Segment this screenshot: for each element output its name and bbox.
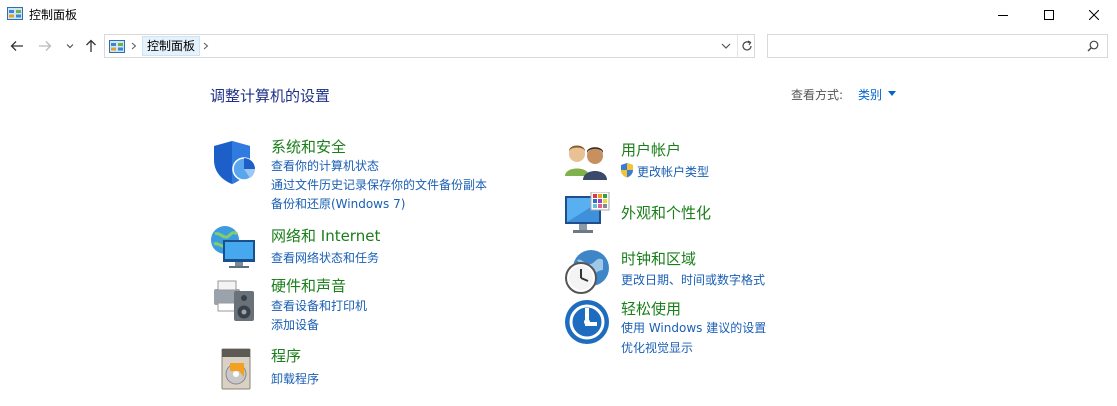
arrow-up-icon (86, 39, 96, 52)
category-appearance-title[interactable]: 外观和个性化 (621, 202, 711, 223)
maximize-icon (1044, 10, 1054, 20)
category-network-title[interactable]: 网络和 Internet (271, 225, 380, 246)
link-change-account-type[interactable]: 更改帐户类型 (637, 163, 709, 180)
address-dropdown-icon[interactable] (721, 43, 731, 49)
clock-globe-icon[interactable] (563, 248, 611, 296)
arrow-right-icon (39, 41, 52, 51)
arrow-left-icon (10, 41, 23, 51)
chevron-right-icon[interactable] (131, 42, 137, 50)
printer-speaker-icon[interactable] (210, 275, 258, 323)
navigation-bar: 控制面板 (0, 32, 1117, 60)
title-bar: 控制面板 (0, 0, 1117, 30)
page-title: 调整计算机的设置 (210, 87, 331, 105)
forward-button[interactable] (37, 36, 53, 56)
minimize-button[interactable] (980, 0, 1026, 30)
up-button[interactable] (83, 36, 99, 56)
link-add-device[interactable]: 添加设备 (271, 316, 319, 333)
category-system-security-title[interactable]: 系统和安全 (271, 136, 346, 157)
security-shield-icon[interactable] (210, 138, 258, 186)
chevron-down-icon (66, 44, 74, 49)
link-network-status[interactable]: 查看网络状态和任务 (271, 249, 379, 266)
view-by-dropdown[interactable]: 类别 (858, 86, 882, 103)
appearance-monitor-icon[interactable] (563, 192, 611, 240)
address-bar[interactable]: 控制面板 (104, 34, 755, 58)
link-recommended-settings[interactable]: 使用 Windows 建议的设置 (621, 319, 766, 336)
ease-of-access-icon[interactable] (563, 298, 611, 346)
link-optimize-display[interactable]: 优化视觉显示 (621, 339, 693, 356)
link-backup-restore[interactable]: 备份和还原(Windows 7) (271, 195, 405, 212)
recent-locations-button[interactable] (64, 36, 76, 56)
maximize-button[interactable] (1026, 0, 1072, 30)
link-file-history[interactable]: 通过文件历史记录保存你的文件备份副本 (271, 176, 487, 193)
refresh-button[interactable] (737, 35, 755, 57)
breadcrumb[interactable]: 控制面板 (142, 36, 201, 56)
category-user-accounts-title[interactable]: 用户帐户 (621, 139, 681, 160)
link-devices-printers[interactable]: 查看设备和打印机 (271, 297, 367, 314)
control-panel-icon (109, 40, 125, 53)
programs-disc-icon[interactable] (210, 345, 258, 393)
window-title: 控制面板 (29, 8, 78, 22)
control-panel-icon (7, 7, 23, 20)
close-button[interactable] (1071, 0, 1117, 30)
user-accounts-icon[interactable] (563, 138, 611, 186)
link-uninstall-program[interactable]: 卸载程序 (271, 370, 319, 387)
view-by-label: 查看方式: (791, 88, 844, 102)
search-icon (1087, 40, 1099, 52)
close-icon (1089, 10, 1099, 20)
category-programs-title[interactable]: 程序 (271, 345, 301, 366)
dropdown-arrow-icon[interactable] (888, 91, 896, 96)
category-hardware-title[interactable]: 硬件和声音 (271, 275, 346, 296)
category-clock-region-title[interactable]: 时钟和区域 (621, 248, 696, 269)
back-button[interactable] (9, 36, 25, 56)
link-view-computer-status[interactable]: 查看你的计算机状态 (271, 157, 379, 174)
link-change-date-time-format[interactable]: 更改日期、时间或数字格式 (621, 271, 765, 288)
category-ease-of-access-title[interactable]: 轻松使用 (621, 298, 681, 319)
search-input[interactable] (767, 34, 1108, 58)
minimize-icon (998, 15, 1008, 16)
refresh-icon (741, 40, 752, 51)
chevron-right-icon[interactable] (203, 42, 209, 50)
uac-shield-icon (621, 163, 633, 178)
network-globe-icon[interactable] (210, 222, 258, 270)
